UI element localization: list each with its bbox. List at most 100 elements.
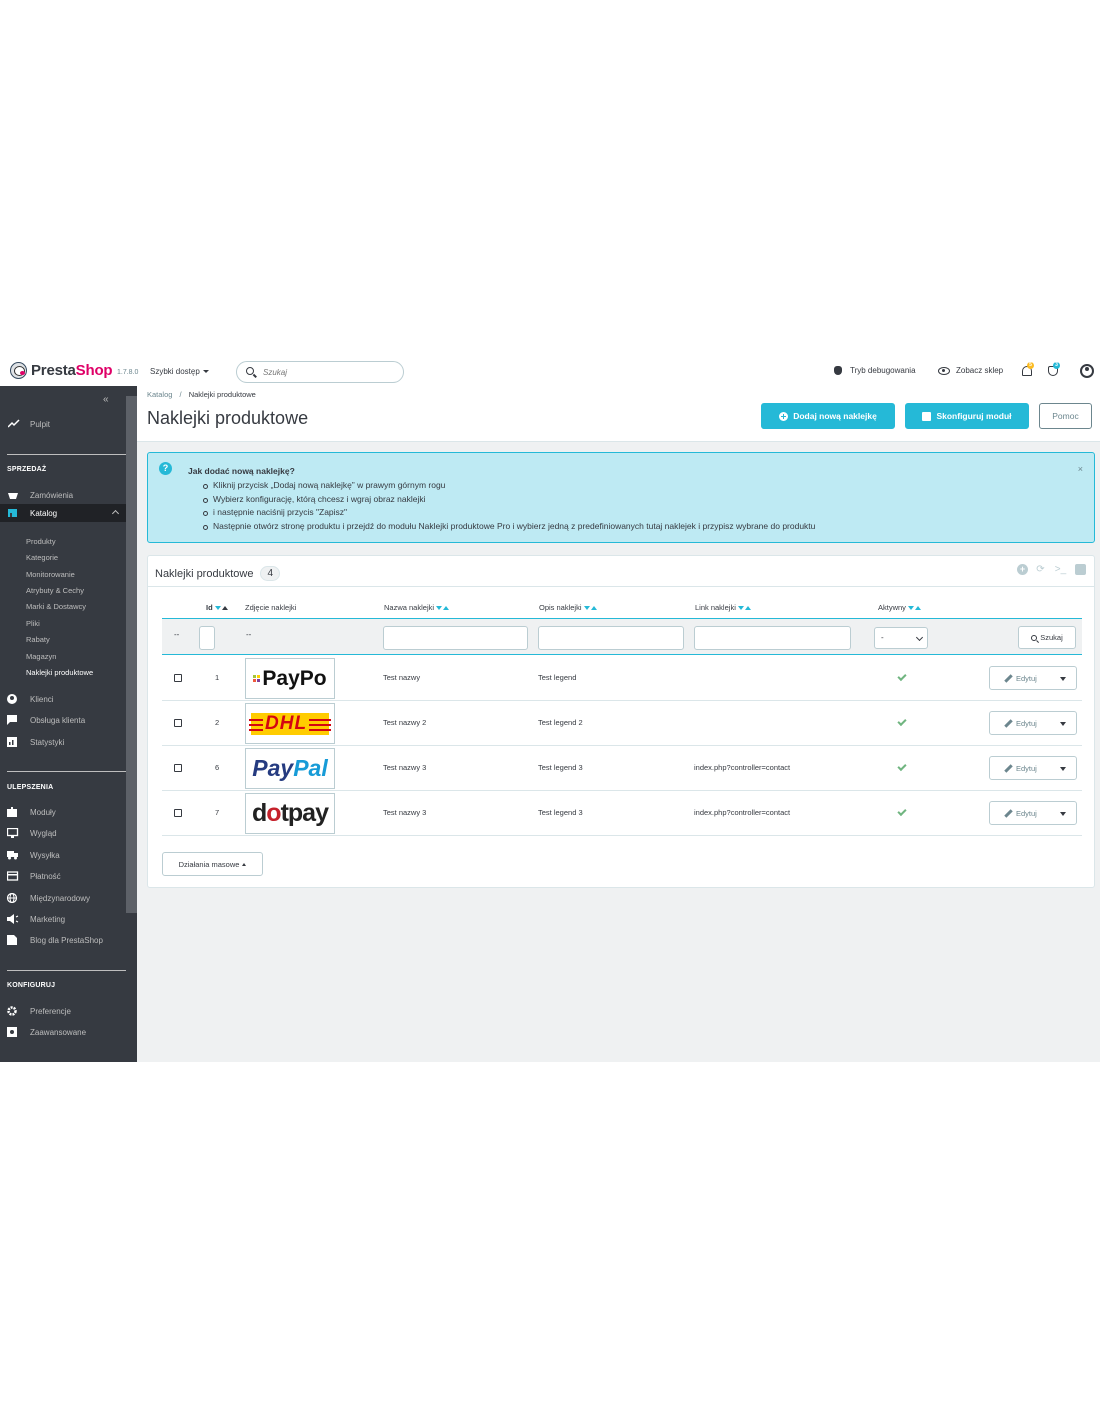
sidebar-item-dashboard[interactable]: Pulpit bbox=[0, 416, 126, 432]
edit-button-group[interactable]: Edytuj bbox=[989, 711, 1077, 735]
sidebar-item-label: Statystyki bbox=[30, 737, 65, 747]
add-icon[interactable]: + bbox=[1017, 564, 1028, 575]
paypo-logo-text: PayPo bbox=[262, 666, 327, 690]
sidebar-item-stats[interactable]: Statystyki bbox=[0, 734, 126, 750]
refresh-icon[interactable]: ⟳ bbox=[1035, 564, 1046, 575]
caret-down-icon[interactable] bbox=[1060, 677, 1066, 681]
row-checkbox[interactable] bbox=[174, 674, 182, 682]
orders-notification[interactable]: 5 bbox=[1021, 362, 1035, 378]
search-button[interactable]: Szukaj bbox=[1018, 626, 1076, 649]
bulk-actions-button[interactable]: Działania masowe bbox=[162, 852, 263, 876]
filter-link-input[interactable] bbox=[694, 626, 851, 650]
column-header-description[interactable]: Opis naklejki bbox=[539, 603, 597, 612]
sort-arrows-icon[interactable] bbox=[214, 605, 228, 610]
prestashop-logo[interactable]: PrestaShop bbox=[10, 362, 113, 379]
configure-module-button[interactable]: Skonfiguruj moduł bbox=[905, 403, 1029, 429]
sort-arrows-icon[interactable] bbox=[907, 605, 921, 610]
check-icon[interactable] bbox=[897, 671, 907, 682]
panel-header: Naklejki produktowe 4 + ⟳ >_ bbox=[148, 556, 1094, 587]
breadcrumb-current: Naklejki produktowe bbox=[188, 390, 256, 399]
sidebar-item-orders[interactable]: Zamówienia bbox=[0, 487, 126, 503]
sidebar-subitem-discounts[interactable]: Rabaty bbox=[26, 635, 50, 644]
panel-title-text: Naklejki produktowe bbox=[155, 567, 254, 580]
help-label: Pomoc bbox=[1052, 411, 1079, 421]
database-icon[interactable] bbox=[1075, 564, 1086, 575]
cell-name: Test nazwy 3 bbox=[383, 808, 427, 817]
check-icon[interactable] bbox=[897, 761, 907, 772]
sidebar-scrollbar[interactable] bbox=[126, 386, 137, 913]
user-account-icon[interactable] bbox=[1080, 364, 1094, 378]
sidebar-item-advanced[interactable]: Zaawansowane bbox=[0, 1024, 126, 1040]
add-sticker-button[interactable]: Dodaj nową naklejkę bbox=[761, 403, 895, 429]
filter-name-input[interactable] bbox=[383, 626, 528, 650]
sort-arrows-icon[interactable] bbox=[436, 605, 450, 610]
collapse-sidebar-icon[interactable]: « bbox=[103, 394, 109, 405]
sticker-image: DHL bbox=[245, 703, 335, 744]
edit-button-group[interactable]: Edytuj bbox=[989, 666, 1077, 690]
puzzle-icon bbox=[7, 807, 19, 817]
row-checkbox[interactable] bbox=[174, 809, 182, 817]
megaphone-icon bbox=[7, 914, 19, 924]
caret-down-icon[interactable] bbox=[1060, 767, 1066, 771]
sidebar-subitem-monitoring[interactable]: Monitorowanie bbox=[26, 570, 75, 579]
sidebar-item-customer-service[interactable]: Obsługa klienta bbox=[0, 712, 126, 728]
sidebar-item-payment[interactable]: Płatność bbox=[0, 868, 126, 884]
row-checkbox[interactable] bbox=[174, 764, 182, 772]
sort-arrows-icon[interactable] bbox=[737, 605, 751, 610]
sidebar-item-blog[interactable]: Blog dla PrestaShop bbox=[0, 932, 126, 948]
view-shop-link[interactable]: Zobacz sklep bbox=[938, 366, 1003, 375]
filter-description-input[interactable] bbox=[538, 626, 684, 650]
search-box[interactable] bbox=[236, 361, 404, 383]
filter-active-select[interactable]: - bbox=[874, 627, 928, 649]
sidebar-item-label: Katalog bbox=[30, 508, 58, 518]
sidebar-item-international[interactable]: Międzynarodowy bbox=[0, 890, 126, 906]
sidebar-item-catalog[interactable]: Katalog bbox=[0, 504, 126, 522]
sidebar-item-modules[interactable]: Moduły bbox=[0, 804, 126, 820]
sidebar-subitem-product-stickers[interactable]: Naklejki produktowe bbox=[26, 668, 93, 677]
column-header-name[interactable]: Nazwa naklejki bbox=[384, 603, 450, 612]
sidebar-item-design[interactable]: Wygląd bbox=[0, 825, 126, 841]
bug-icon bbox=[834, 366, 842, 375]
row-checkbox[interactable] bbox=[174, 719, 182, 727]
cell-id: 6 bbox=[215, 763, 220, 772]
column-header-active[interactable]: Aktywny bbox=[878, 603, 921, 612]
cell-name: Test nazwy 3 bbox=[383, 763, 427, 772]
sidebar-subitem-stock[interactable]: Magazyn bbox=[26, 652, 56, 661]
caret-down-icon[interactable] bbox=[1060, 812, 1066, 816]
customers-notification[interactable]: 3 bbox=[1047, 362, 1061, 378]
prestashop-puffin-icon bbox=[10, 362, 27, 379]
sidebar-item-preferences[interactable]: Preferencje bbox=[0, 1003, 126, 1019]
sidebar-item-shipping[interactable]: Wysyłka bbox=[0, 847, 126, 863]
version-label: 1.7.8.0 bbox=[117, 369, 139, 376]
column-header-id[interactable]: Id bbox=[206, 603, 228, 612]
scroll-up-arrow[interactable] bbox=[126, 386, 137, 396]
monitor-icon bbox=[6, 827, 19, 838]
sidebar-item-label: Moduły bbox=[30, 807, 56, 817]
sidebar-subitem-products[interactable]: Produkty bbox=[26, 537, 56, 546]
search-input[interactable] bbox=[263, 366, 393, 379]
check-icon[interactable] bbox=[897, 716, 907, 727]
count-badge: 4 bbox=[260, 566, 280, 581]
top-header: PrestaShop 1.7.8.0 Szybki dostęp Tryb de… bbox=[0, 358, 1100, 386]
caret-down-icon[interactable] bbox=[1060, 722, 1066, 726]
help-button[interactable]: Pomoc bbox=[1039, 403, 1092, 429]
breadcrumb-link-catalog[interactable]: Katalog bbox=[147, 390, 172, 399]
sidebar: « Pulpit SPRZEDAŻ Zamówienia Katalog Pro… bbox=[0, 386, 137, 1062]
terminal-icon[interactable]: >_ bbox=[1053, 564, 1068, 575]
column-header-label: Nazwa naklejki bbox=[384, 603, 435, 612]
column-header-link[interactable]: Link naklejki bbox=[695, 603, 751, 612]
sidebar-subitem-categories[interactable]: Kategorie bbox=[26, 553, 58, 562]
filter-id-input[interactable] bbox=[199, 626, 215, 650]
close-icon[interactable]: × bbox=[1078, 464, 1083, 474]
sort-arrows-icon[interactable] bbox=[583, 605, 597, 610]
sidebar-subitem-attributes[interactable]: Atrybuty & Cechy bbox=[26, 586, 84, 595]
debug-mode-link[interactable]: Tryb debugowania bbox=[834, 366, 916, 375]
sidebar-item-customers[interactable]: Klienci bbox=[0, 691, 126, 707]
sidebar-item-marketing[interactable]: Marketing bbox=[0, 911, 126, 927]
check-icon[interactable] bbox=[897, 806, 907, 817]
sidebar-subitem-files[interactable]: Pliki bbox=[26, 619, 40, 628]
quick-access-dropdown[interactable]: Szybki dostęp bbox=[150, 367, 209, 376]
sidebar-subitem-brands[interactable]: Marki & Dostawcy bbox=[26, 602, 86, 611]
edit-button-group[interactable]: Edytuj bbox=[989, 801, 1077, 825]
edit-button-group[interactable]: Edytuj bbox=[989, 756, 1077, 780]
